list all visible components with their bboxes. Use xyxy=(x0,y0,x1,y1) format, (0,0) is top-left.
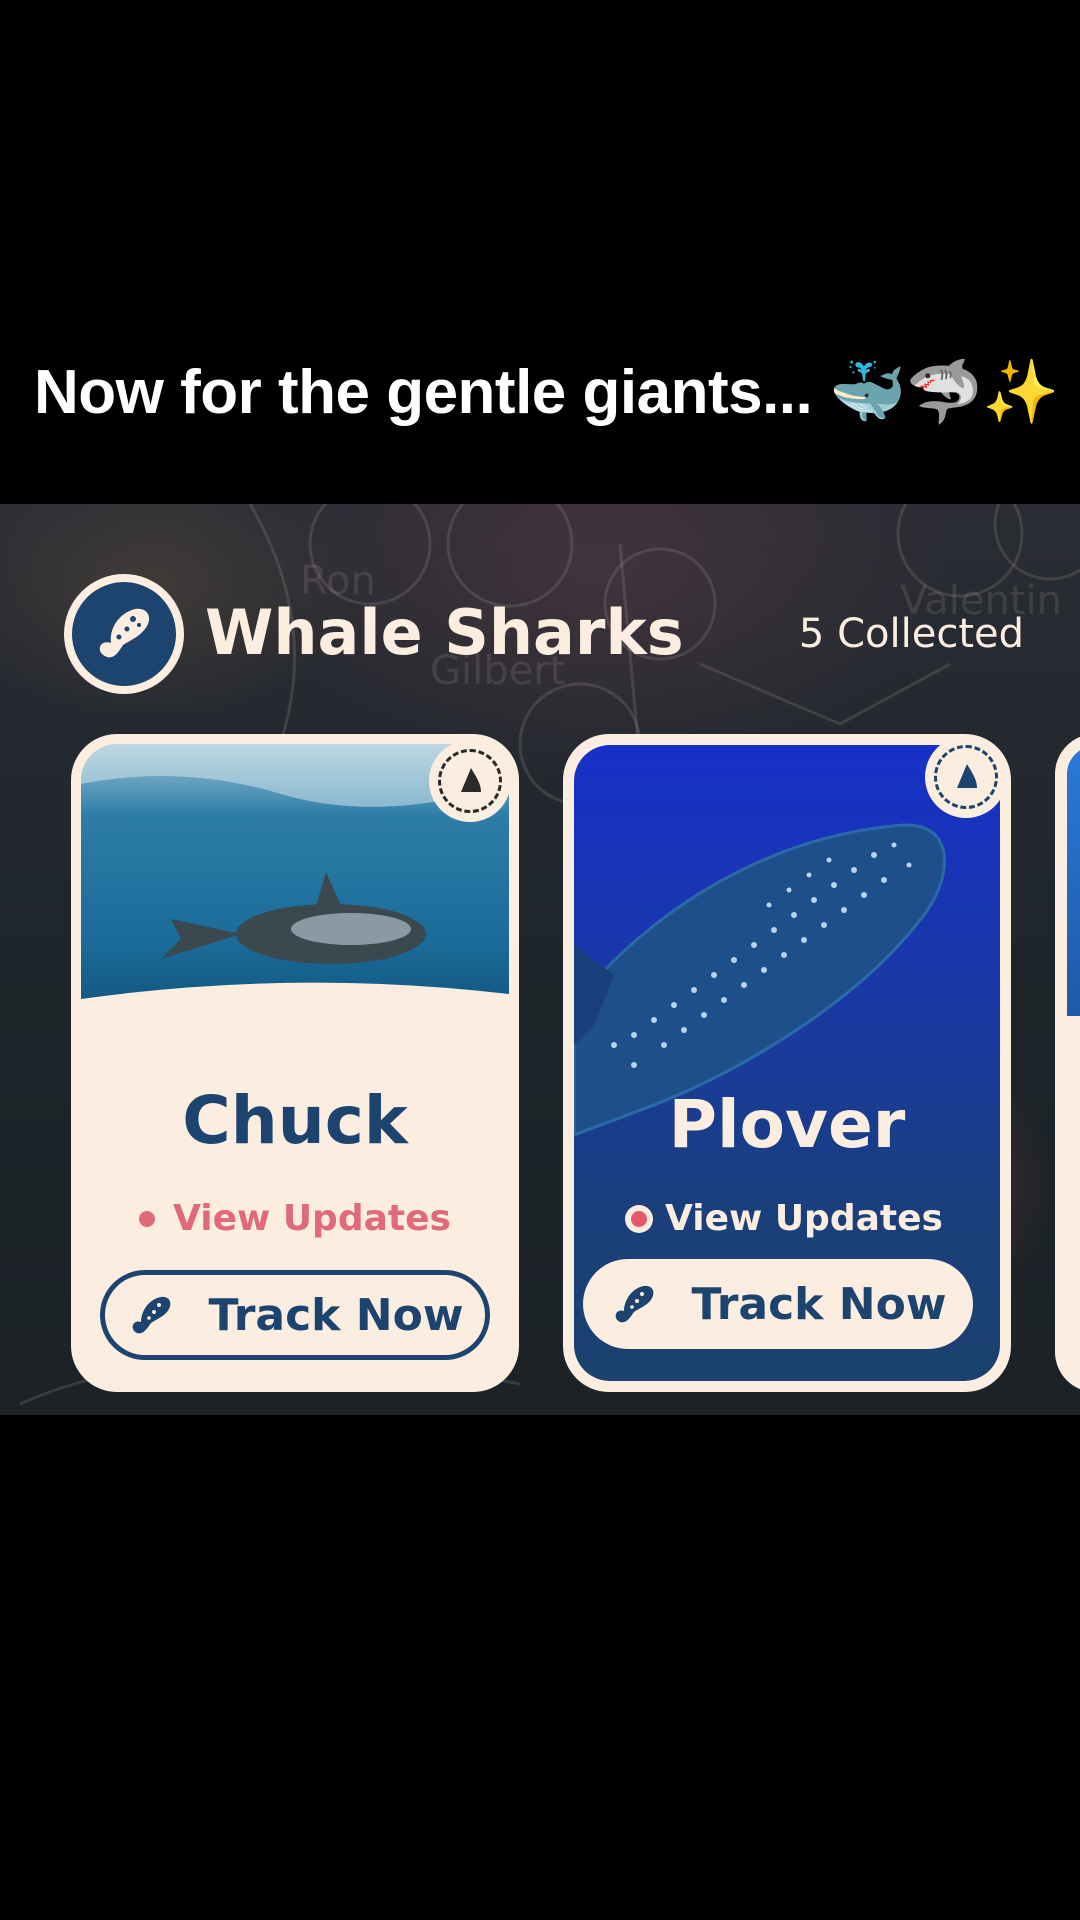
whale-shark-collection-panel: Ron Gilbert Valentin Whale Sharks 5 Coll… xyxy=(0,504,1080,1415)
video-caption: Now for the gentle giants... 🐳🦈✨ xyxy=(34,358,1060,427)
shark-card-chuck[interactable]: Chuck View Updates Track Now xyxy=(71,734,519,1392)
view-updates-link[interactable]: View Updates xyxy=(71,1198,519,1239)
shark-name: Plover xyxy=(668,1086,906,1163)
view-updates-label: View Updates xyxy=(173,1198,451,1239)
whale-shark-logo xyxy=(64,574,184,694)
track-now-label: Track Now xyxy=(208,1289,464,1341)
whale-shark-icon xyxy=(615,1285,653,1323)
update-dot-icon xyxy=(139,1210,156,1227)
update-dot-icon xyxy=(631,1210,648,1227)
shark-card-plover[interactable]: Plover View Updates Track Now xyxy=(563,734,1011,1392)
shark-fin-badge-icon xyxy=(429,740,511,822)
view-updates-label: View Updates xyxy=(665,1198,943,1239)
track-now-button[interactable]: Track Now xyxy=(100,1270,490,1360)
whale-shark-icon xyxy=(132,1296,170,1334)
track-now-button[interactable]: Track Now xyxy=(583,1259,973,1349)
whale-shark-icon xyxy=(99,608,150,658)
view-updates-link[interactable]: View Updates xyxy=(563,1198,1011,1239)
shark-fin-badge-icon xyxy=(925,736,1007,818)
shark-name: Chuck xyxy=(182,1082,408,1159)
collected-count: 5 Collected xyxy=(798,611,1024,657)
track-now-label: Track Now xyxy=(691,1278,947,1330)
shark-card-next-partial[interactable] xyxy=(1055,734,1080,1392)
collection-title: Whale Sharks xyxy=(205,596,684,669)
